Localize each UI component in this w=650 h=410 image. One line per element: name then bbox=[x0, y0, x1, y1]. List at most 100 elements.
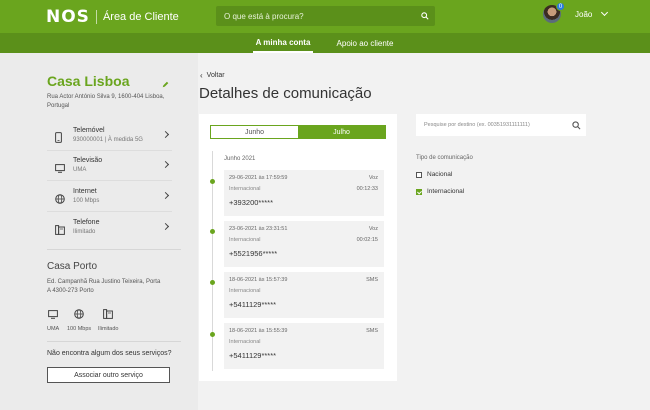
service-detail: 100 Mbps bbox=[73, 198, 100, 204]
service-tv[interactable]: Televisão UMA bbox=[47, 156, 172, 180]
top-bar: NOS Área de Cliente 0 João bbox=[0, 0, 650, 33]
globe-icon bbox=[55, 191, 65, 209]
tv-icon bbox=[55, 160, 65, 178]
communications-card: Junho Julho Junho 2021 29-06-2021 às 17:… bbox=[199, 114, 397, 381]
tab-my-account[interactable]: A minha conta bbox=[253, 33, 313, 53]
avatar[interactable]: 0 bbox=[543, 2, 565, 23]
call-category: Internacional bbox=[229, 339, 261, 345]
call-datetime: 18-06-2021 às 15:55:39 bbox=[229, 328, 288, 334]
divider bbox=[47, 341, 181, 342]
service-name: Internet bbox=[73, 188, 97, 195]
mini-service-tv[interactable]: UMA bbox=[47, 306, 59, 332]
month-group-label: Junho 2021 bbox=[224, 156, 256, 162]
notification-badge: 0 bbox=[556, 2, 565, 11]
call-type: Voz bbox=[368, 226, 378, 232]
call-number: +5411129***** bbox=[229, 351, 277, 360]
destination-search-input[interactable] bbox=[416, 122, 566, 128]
edit-pencil-icon[interactable] bbox=[162, 75, 169, 93]
house-title: Casa Lisboa bbox=[47, 73, 130, 89]
call-datetime: 23-06-2021 às 23:31:51 bbox=[229, 226, 288, 232]
service-detail: UMA bbox=[73, 167, 87, 173]
phone-icon bbox=[55, 222, 65, 240]
nav-bar: A minha conta Apoio ao cliente bbox=[0, 33, 650, 53]
chevron-right-icon bbox=[161, 191, 170, 200]
call-duration: 00:12:33 bbox=[356, 186, 378, 192]
service-phone[interactable]: Telefone Ilimitado bbox=[47, 218, 172, 242]
logo-divider bbox=[95, 10, 97, 24]
house-title[interactable]: Casa Porto bbox=[47, 261, 97, 272]
checkbox[interactable] bbox=[416, 188, 422, 195]
global-search-input[interactable] bbox=[216, 11, 415, 21]
service-internet[interactable]: Internet 100 Mbps bbox=[47, 187, 172, 211]
chevron-right-icon bbox=[161, 222, 170, 231]
month-toggle: Junho Julho bbox=[210, 125, 386, 139]
call-datetime: 29-06-2021 às 17:59:59 bbox=[229, 175, 288, 181]
timeline-dot bbox=[210, 229, 215, 234]
timeline-dot bbox=[210, 280, 215, 285]
service-name: Telefone bbox=[73, 219, 100, 226]
tv-icon bbox=[48, 306, 59, 323]
service-detail: Ilimitado bbox=[73, 229, 96, 235]
back-link[interactable]: ‹ Voltar bbox=[200, 71, 225, 80]
timeline-line bbox=[212, 151, 213, 371]
mini-service-label: Ilimitado bbox=[98, 326, 119, 332]
back-label: Voltar bbox=[206, 72, 225, 79]
sidebar: Casa Lisboa Rua Actor António Silva 9, 1… bbox=[0, 53, 198, 410]
call-record[interactable]: 29-06-2021 às 17:59:59 Voz Internacional… bbox=[224, 170, 384, 216]
filter-international[interactable]: Internacional bbox=[416, 188, 464, 195]
call-number: +5411129***** bbox=[229, 300, 277, 309]
call-record[interactable]: 23-06-2021 às 23:31:51 Voz Internacional… bbox=[224, 221, 384, 267]
timeline-dot bbox=[210, 179, 215, 184]
phone-icon bbox=[103, 306, 114, 323]
call-duration: 00:02:15 bbox=[356, 237, 378, 243]
destination-search bbox=[416, 114, 586, 136]
call-type: SMS bbox=[366, 328, 378, 334]
mini-service-phone[interactable]: Ilimitado bbox=[98, 306, 118, 332]
call-number: +5521956***** bbox=[229, 249, 278, 258]
call-category: Internacional bbox=[229, 186, 261, 192]
filter-label: Internacional bbox=[427, 188, 465, 195]
call-category: Internacional bbox=[229, 288, 261, 294]
call-datetime: 18-06-2021 às 15:57:39 bbox=[229, 277, 288, 283]
divider bbox=[47, 180, 172, 181]
search-icon[interactable] bbox=[415, 12, 435, 20]
call-type: Voz bbox=[368, 175, 378, 181]
filter-label: Nacional bbox=[427, 171, 453, 178]
house-address: Ed. Campanhã Rua Justino Teixeira, Porta… bbox=[47, 279, 161, 294]
call-type: SMS bbox=[366, 277, 378, 283]
nos-logo[interactable]: NOS Área de Cliente bbox=[46, 8, 179, 26]
month-tab-july[interactable]: Julho bbox=[298, 126, 385, 138]
filter-title: Tipo de comunicação bbox=[416, 155, 473, 161]
globe-icon bbox=[74, 306, 84, 323]
associate-service-button[interactable]: Associar outro serviço bbox=[47, 367, 170, 383]
service-detail: 930000001 | À medida 5G bbox=[73, 137, 143, 143]
call-category: Internacional bbox=[229, 237, 261, 243]
filter-national[interactable]: Nacional bbox=[416, 171, 452, 178]
timeline-dot bbox=[210, 332, 215, 337]
house-address: Rua Actor António Silva 9, 1600-404 Lisb… bbox=[47, 94, 165, 109]
divider bbox=[47, 211, 172, 212]
tab-support[interactable]: Apoio ao cliente bbox=[333, 33, 397, 53]
divider bbox=[47, 150, 172, 151]
mini-service-label: 100 Mbps bbox=[67, 326, 92, 332]
service-name: Telemóvel bbox=[73, 127, 105, 134]
mini-service-internet[interactable]: 100 Mbps bbox=[67, 306, 91, 332]
global-search bbox=[216, 6, 435, 26]
service-mobile[interactable]: Telemóvel 930000001 | À medida 5G bbox=[47, 126, 172, 150]
call-number: +393200***** bbox=[229, 198, 274, 207]
month-tab-june[interactable]: Junho bbox=[211, 126, 298, 138]
call-record[interactable]: 18-06-2021 às 15:55:39 SMS Internacional… bbox=[224, 323, 384, 369]
missing-services-question: Não encontra algum dos seus serviços? bbox=[47, 350, 172, 357]
chevron-left-icon: ‹ bbox=[200, 71, 203, 80]
chevron-down-icon bbox=[601, 8, 609, 17]
user-menu[interactable]: 0 João bbox=[543, 2, 609, 23]
call-record[interactable]: 18-06-2021 às 15:57:39 SMS Internacional… bbox=[224, 272, 384, 318]
search-icon[interactable] bbox=[566, 120, 586, 130]
brand-logo-text: NOS bbox=[46, 7, 90, 27]
mini-service-label: UMA bbox=[47, 326, 60, 332]
divider bbox=[47, 249, 181, 250]
user-name: João bbox=[575, 9, 593, 19]
checkbox[interactable] bbox=[416, 171, 422, 178]
page-title: Detalhes de comunicação bbox=[199, 85, 372, 102]
mobile-icon bbox=[55, 130, 62, 148]
